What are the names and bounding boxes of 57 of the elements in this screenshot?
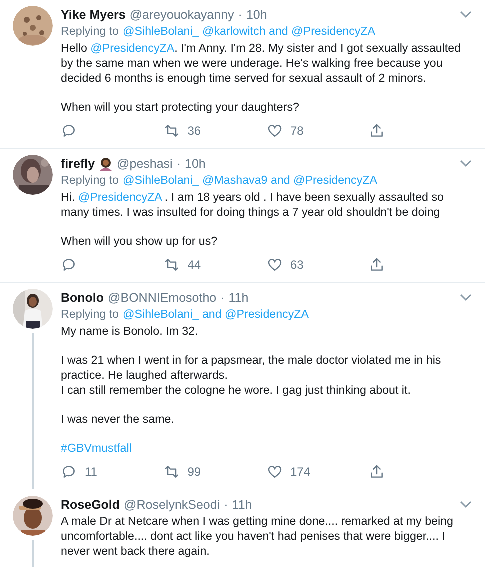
action-count: 78: [290, 123, 304, 140]
username[interactable]: @RoselynkSeodi: [124, 496, 220, 514]
action-count: 11: [85, 464, 98, 481]
timestamp[interactable]: 10h: [246, 6, 268, 24]
timestamp[interactable]: 11h: [228, 288, 249, 308]
mention-link[interactable]: @PresidencyZA: [90, 42, 175, 55]
chevron-down-icon[interactable]: [460, 294, 472, 302]
chevron-down-icon[interactable]: [460, 11, 472, 19]
separator-dot: ·: [238, 6, 242, 24]
timestamp[interactable]: 10h: [185, 154, 206, 174]
share-icon[interactable]: [369, 257, 386, 273]
username[interactable]: @peshasi: [117, 154, 173, 174]
share-icon[interactable]: [369, 464, 386, 480]
action-count: 174: [290, 464, 311, 481]
mention-link[interactable]: #GBVmustfall: [61, 442, 132, 455]
display-name[interactable]: Yike Myers: [61, 6, 126, 24]
tweet-text: When will you show up for us?: [61, 234, 219, 249]
timestamp[interactable]: 11h: [232, 496, 252, 514]
tweet-text: A male Dr at Netcare when I was getting mine done.... remarked at my being uncomfortable.... dont act like you haven't had penises that were bigger.... I never went back there again.: [61, 514, 454, 559]
tweet-text: When will you start protecting your daughters?: [61, 100, 300, 115]
mention-link[interactable]: @SihleBolani_ @Mashava9 and @PresidencyZA: [123, 173, 378, 189]
reply-icon[interactable]: [61, 123, 77, 139]
heart-icon[interactable]: [266, 464, 282, 480]
chevron-down-icon[interactable]: [460, 501, 472, 509]
action-count: 99: [188, 464, 202, 481]
tweet-text: I was 21 when I went in for a papsmear, the male doctor violated me in his practice. He laughed afterwards. I can still remember the cologne he wore. I gag just thinking about it.: [61, 353, 442, 398]
separator-dot: ·: [220, 290, 225, 307]
username[interactable]: @areyouokayanny: [130, 6, 234, 24]
username[interactable]: @BONNIEmosotho: [108, 288, 217, 308]
replying-label: Replying to: [61, 24, 120, 40]
action-count: 63: [290, 257, 304, 274]
tweet-text: My name is Bonolo. Im 32.: [61, 324, 200, 339]
mention-link[interactable]: @SihleBolani_ and @PresidencyZA: [123, 307, 309, 323]
replying-label: Replying to: [61, 173, 120, 189]
heart-icon[interactable]: [266, 257, 282, 273]
mention-link[interactable]: @PresidencyZA: [78, 191, 162, 204]
chevron-down-icon[interactable]: [460, 160, 472, 168]
thread-line: [32, 540, 34, 567]
heart-icon[interactable]: [266, 123, 282, 139]
share-icon[interactable]: [369, 123, 386, 139]
tweet-text: Hi. @PresidencyZA . I am 18 years old . I have been sexually assaulted so many times. I was insulted for doing things a 7 year old shouldn't be doing: [61, 190, 445, 220]
separator-dot: ·: [224, 496, 228, 514]
tweet-text: Hello @PresidencyZA. I'm Anny. I'm 28. My sister and I got sexually assaulted by the same man when we were underage. He's walking free because you decided 6 months is enough time served for sexual assault of 2 minors.: [61, 41, 462, 86]
display-name[interactable]: firefly: [61, 154, 96, 174]
reply-icon[interactable]: [61, 464, 77, 480]
replying-label: Replying to: [61, 307, 120, 323]
retweet-icon[interactable]: [164, 464, 180, 480]
action-count: 44: [188, 257, 202, 274]
tweet-text: I was never the same.: [61, 412, 176, 427]
retweet-icon[interactable]: [164, 123, 180, 139]
retweet-icon[interactable]: [164, 257, 180, 273]
reply-icon[interactable]: [61, 257, 77, 273]
action-count: 36: [188, 123, 202, 140]
mention-link[interactable]: @SihleBolani_ @karlowitch and @PresidencyZA: [123, 24, 376, 40]
display-name[interactable]: Bonolo: [61, 288, 104, 308]
separator-dot: ·: [176, 156, 181, 173]
display-name[interactable]: RoseGold: [61, 496, 120, 514]
